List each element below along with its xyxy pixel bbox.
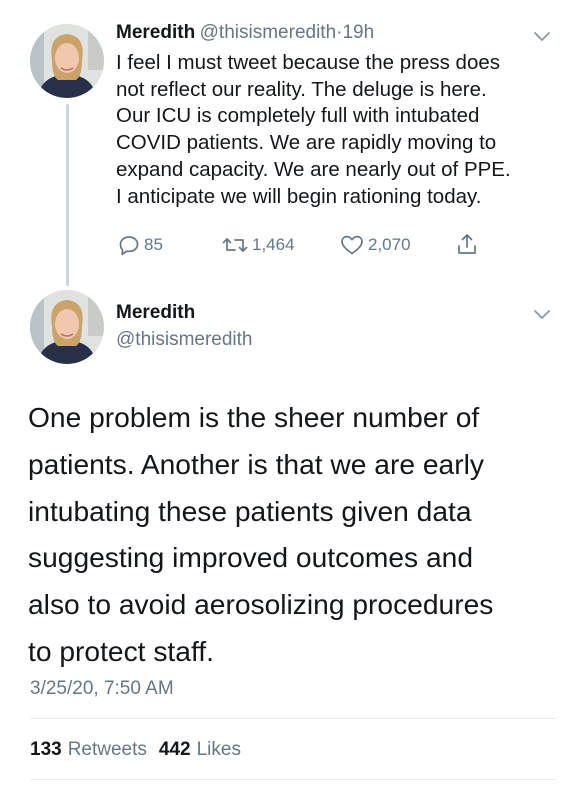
author-name[interactable]: Meredith	[116, 302, 195, 324]
tweet-text-line: not reflect our reality. The deluge is h…	[116, 77, 487, 101]
retweet-icon	[222, 238, 248, 252]
retweet-button[interactable]: 1,464	[222, 234, 295, 256]
retweet-count: 1,464	[252, 235, 295, 254]
heart-icon	[341, 235, 363, 255]
retweet-total[interactable]: 133	[30, 739, 62, 761]
avatar-photo	[30, 24, 104, 98]
chevron-down-icon[interactable]	[532, 30, 552, 44]
tweet-text-line: also to avoid aerosolizing procedures	[28, 588, 494, 621]
like-total[interactable]: 442	[159, 739, 191, 761]
tweet-text-line: I anticipate we will begin rationing tod…	[116, 184, 482, 208]
chevron-down-icon[interactable]	[532, 308, 552, 322]
tweet-text-line: I feel I must tweet because the press do…	[116, 51, 501, 74]
author-name[interactable]: Meredith	[116, 22, 195, 43]
divider	[30, 718, 556, 719]
tweet-text: I feel I must tweet because the press do…	[116, 50, 556, 210]
tweet-time[interactable]: 19h	[342, 22, 374, 43]
tweet-text-line: intubating these patients given data	[28, 494, 472, 527]
tweet-timestamp[interactable]: 3/25/20, 7:50 AM	[30, 678, 174, 700]
tweet-header: Meredith @thisismeredith·19h	[116, 22, 374, 44]
author-handle[interactable]: @thisismeredith	[200, 22, 337, 43]
reply-icon	[119, 236, 139, 256]
tweet-text: One problem is the sheer number of patie…	[28, 394, 558, 675]
avatar[interactable]	[30, 24, 104, 98]
tweet-text-line: Our ICU is completely full with intubate…	[116, 104, 480, 128]
author-handle[interactable]: @thisismeredith	[116, 329, 253, 351]
engagement-stats: 133 Retweets 442 Likes	[30, 739, 253, 761]
tweet-text-line: COVID patients. We are rapidly moving to	[116, 131, 497, 155]
thread-connector	[66, 104, 69, 286]
tweet-text-line: patients. Another is that we are early	[28, 447, 484, 480]
reply-button[interactable]: 85	[118, 234, 163, 256]
tweet-text-line: suggesting improved outcomes and	[28, 541, 473, 574]
avatar-photo	[30, 290, 104, 364]
likes-label[interactable]: Likes	[197, 739, 241, 761]
tweet-text-line: to protect staff.	[28, 634, 214, 667]
share-icon	[458, 234, 476, 254]
avatar[interactable]	[30, 290, 104, 364]
retweets-label[interactable]: Retweets	[68, 739, 147, 761]
like-count: 2,070	[368, 235, 411, 254]
tweet-text-line: One problem is the sheer number of	[28, 401, 480, 433]
tweet-text-line: expand capacity. We are nearly out of PP…	[116, 157, 511, 181]
reply-count: 85	[144, 235, 163, 254]
share-button[interactable]	[456, 232, 478, 261]
like-button[interactable]: 2,070	[340, 234, 411, 256]
divider	[30, 779, 556, 780]
